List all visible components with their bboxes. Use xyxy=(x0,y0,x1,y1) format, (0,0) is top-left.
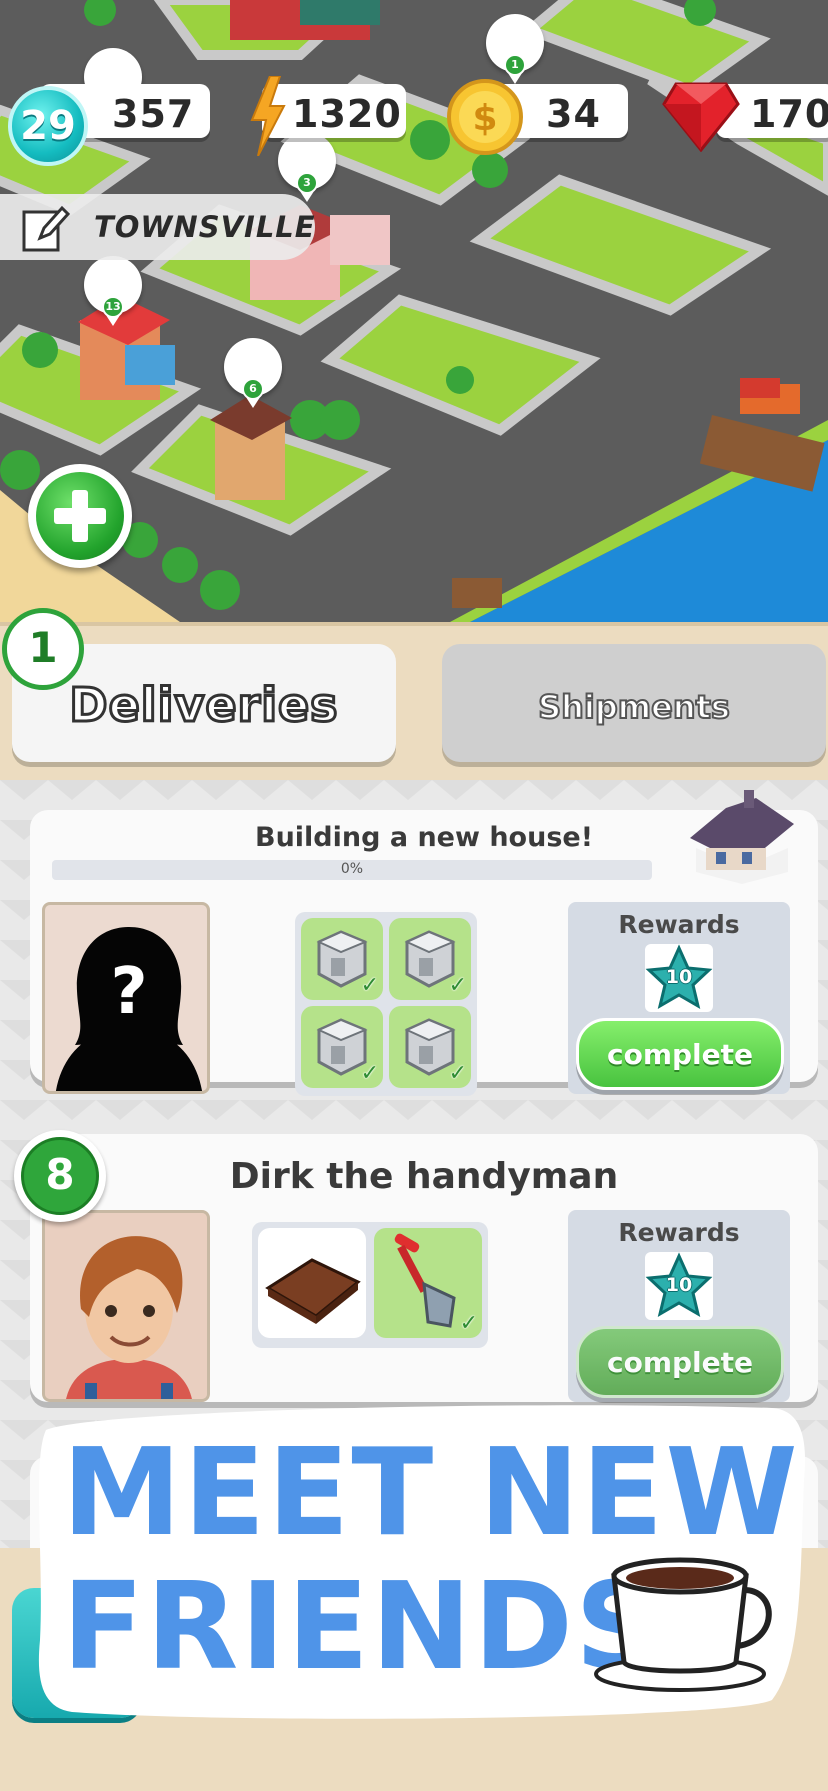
rewards-panel: Rewards 10 complete xyxy=(568,902,790,1094)
check-icon: ✓ xyxy=(360,973,379,998)
coin-icon: $ xyxy=(447,79,523,155)
town-name-pill[interactable]: TOWNSVILLE xyxy=(0,194,315,260)
pin-count: 1 xyxy=(504,54,526,76)
add-button[interactable] xyxy=(28,464,132,568)
reward-star: 10 xyxy=(645,944,713,1012)
coins-value: 34 xyxy=(546,92,601,136)
complete-button[interactable]: complete xyxy=(576,1018,784,1090)
deliveries-count-badge: 1 xyxy=(2,608,84,690)
town-map[interactable]: 1 3 13 6 357 1320 34 $ 170 29 TOWNSVILLE xyxy=(0,0,828,622)
silhouette-icon: ? xyxy=(56,927,202,1091)
house-icon xyxy=(690,790,794,884)
resource-bar: 357 1320 34 $ 170 xyxy=(0,76,828,160)
rewards-label: Rewards xyxy=(618,910,740,939)
lightning-icon xyxy=(250,76,286,156)
promo-banner: MEET NEW FRIENDS xyxy=(38,1405,806,1719)
tab-shipments[interactable]: Shipments xyxy=(442,644,826,762)
town-name: TOWNSVILLE xyxy=(94,210,316,244)
tab-bar: Deliveries Shipments xyxy=(0,622,828,780)
progress-bar: 0% xyxy=(52,860,652,880)
dirt-block-icon xyxy=(265,1258,361,1324)
rewards-panel: Rewards 10 complete xyxy=(568,1210,790,1402)
map-pin-character[interactable]: 1 xyxy=(486,14,544,88)
character-level-badge: 8 xyxy=(14,1130,106,1222)
edit-icon xyxy=(22,205,70,252)
reward-value: 10 xyxy=(665,1274,693,1296)
gem-icon xyxy=(662,82,740,152)
player-level-badge[interactable]: 29 xyxy=(8,86,88,166)
item-slot[interactable]: ✓ xyxy=(389,1006,471,1088)
promo-line-1: MEET NEW xyxy=(62,1424,800,1563)
item-slot[interactable]: ✓ xyxy=(374,1228,482,1338)
coffee-cup-icon xyxy=(594,1557,772,1692)
card-title: Dirk the handyman xyxy=(229,1156,619,1197)
map-pin-character[interactable]: 13 xyxy=(84,256,142,330)
delivery-card: Dirk the handyman ✓ Rewards 10 complete xyxy=(30,1134,818,1402)
reward-star: 10 xyxy=(645,1252,713,1320)
check-icon: ✓ xyxy=(459,1311,478,1336)
svg-text:?: ? xyxy=(110,955,147,1029)
item-slot[interactable]: ✓ xyxy=(389,918,471,1000)
pin-count: 13 xyxy=(102,296,124,318)
gems-value: 170 xyxy=(750,92,828,136)
promo-line-2: FRIENDS xyxy=(62,1558,664,1697)
pin-count: 6 xyxy=(242,378,264,400)
character-portrait xyxy=(42,1210,210,1402)
energy-value: 1320 xyxy=(292,92,402,136)
delivery-card: Building a new house! 0% ? ✓ ✓ ✓ ✓ Rewar… xyxy=(30,790,818,1096)
population-value: 357 xyxy=(112,92,195,136)
progress-text: 0% xyxy=(340,861,364,877)
pin-count: 3 xyxy=(296,172,318,194)
check-icon: ✓ xyxy=(448,1061,467,1086)
check-icon: ✓ xyxy=(448,973,467,998)
unknown-character-portrait: ? xyxy=(42,902,210,1094)
check-icon: ✓ xyxy=(360,1061,379,1086)
character-level-value: 8 xyxy=(21,1137,99,1215)
rewards-label: Rewards xyxy=(618,1218,740,1247)
tab-shipments-label: Shipments xyxy=(537,687,731,727)
reward-value: 10 xyxy=(665,966,693,988)
item-slot[interactable]: ✓ xyxy=(301,918,383,1000)
required-items: ✓ ✓ ✓ ✓ xyxy=(295,912,477,1096)
handyman-avatar xyxy=(45,1213,207,1399)
tab-deliveries-label: Deliveries xyxy=(68,677,339,734)
plus-icon xyxy=(54,490,106,542)
svg-text:$: $ xyxy=(472,98,497,139)
map-pin-character[interactable]: 6 xyxy=(224,338,282,412)
item-slot[interactable]: ✓ xyxy=(301,1006,383,1088)
player-level-value: 29 xyxy=(20,103,76,149)
required-items: ✓ xyxy=(252,1222,488,1348)
item-slot[interactable] xyxy=(258,1228,366,1338)
complete-button[interactable]: complete xyxy=(576,1326,784,1398)
